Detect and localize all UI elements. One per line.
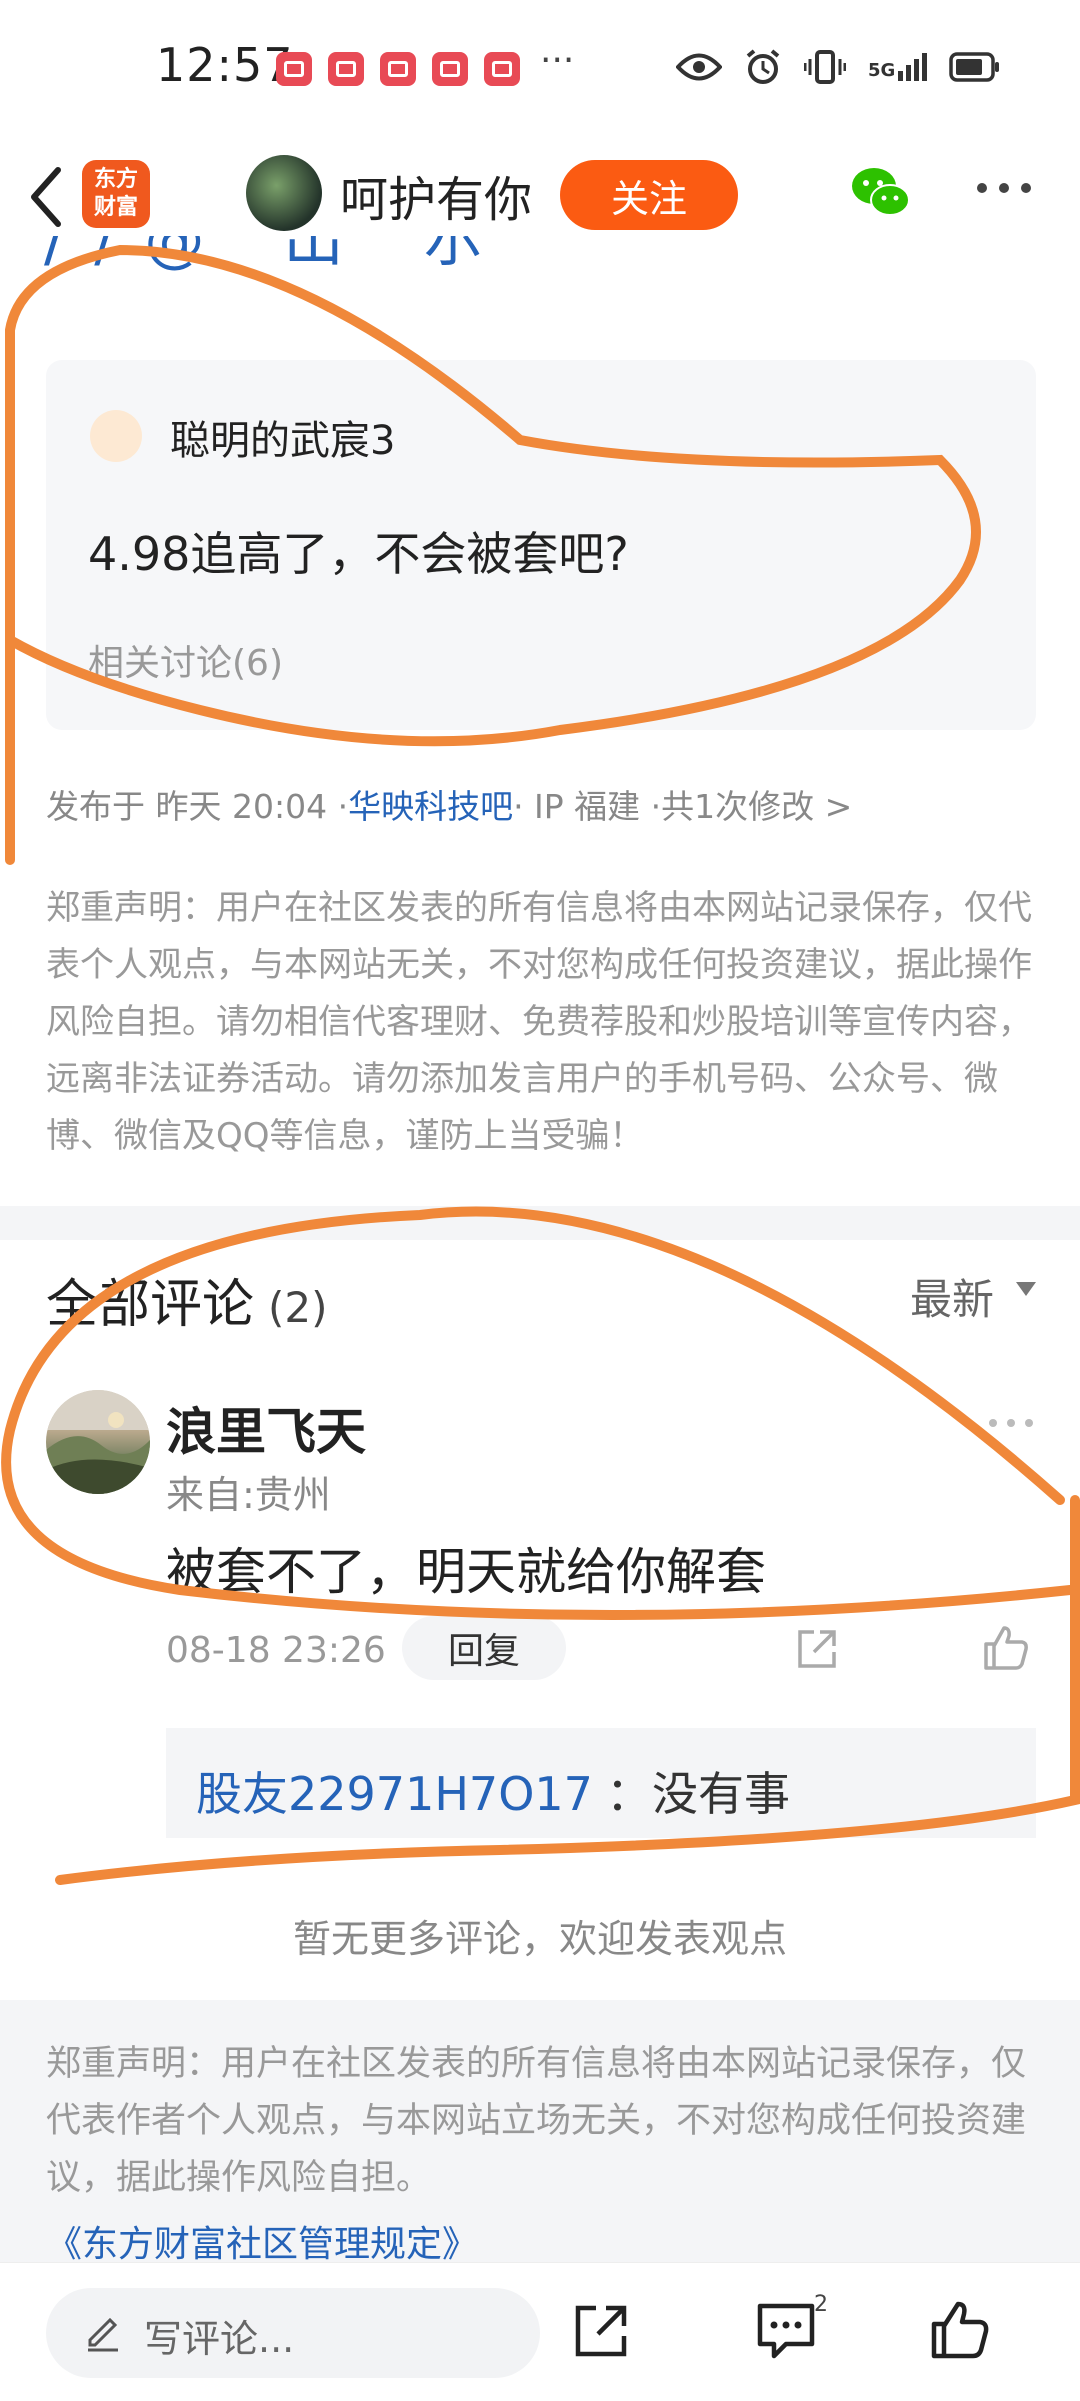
- status-more-indicator: ···: [540, 40, 575, 81]
- publish-time: 发布于 昨天 20:04 ·: [46, 787, 349, 826]
- network-type-label: 5G: [868, 60, 896, 81]
- comments-header: 全部评论 (2): [46, 1262, 328, 1337]
- author-name[interactable]: 呵护有你: [340, 160, 532, 230]
- status-right-icons: 5G: [676, 48, 1001, 86]
- thumbs-up-icon[interactable]: [982, 1624, 1030, 1672]
- pen-icon: [88, 2317, 118, 2352]
- book-app-icon: [276, 52, 312, 86]
- community-rules-link[interactable]: 《东方财富社区管理规定》: [46, 2215, 478, 2267]
- thumbs-up-icon[interactable]: [930, 2300, 990, 2360]
- disclaimer-top: 郑重声明：用户在社区发表的所有信息将由本网站记录保存，仅代表个人观点，与本网站无…: [46, 888, 1032, 1156]
- wechat-share-icon[interactable]: [848, 164, 912, 222]
- vibrate-icon: [804, 50, 846, 84]
- sort-dropdown[interactable]: 最新: [910, 1266, 994, 1327]
- quoted-post-text: 4.98追高了，不会被套吧?: [88, 527, 629, 581]
- author-avatar[interactable]: [246, 155, 322, 231]
- eastmoney-logo[interactable]: 东方 财富: [82, 160, 150, 228]
- share-icon[interactable]: [572, 2302, 630, 2360]
- caret-down-icon[interactable]: [1016, 1282, 1036, 1296]
- battery-icon: [949, 52, 1000, 82]
- status-time: 12:57: [156, 38, 294, 92]
- comment-count-badge: 2: [814, 2292, 828, 2317]
- edit-history-link[interactable]: 共1次修改 >: [661, 780, 852, 828]
- alarm-icon: [746, 49, 780, 84]
- comment-text: 被套不了，明天就给你解套: [166, 1543, 766, 1601]
- reply-text: ：没有事: [606, 1767, 790, 1821]
- back-arrow-icon[interactable]: [22, 162, 72, 232]
- comments-count: (2): [268, 1283, 328, 1332]
- quoted-author-avatar: [90, 410, 142, 462]
- eye-icon: [676, 53, 722, 81]
- comment-placeholder[interactable]: 写评论...: [144, 2308, 294, 2363]
- book-app-icon: [484, 52, 520, 86]
- section-divider: [0, 1206, 1080, 1240]
- comment-more-icon[interactable]: [986, 1416, 1036, 1430]
- reply-button[interactable]: 回复: [402, 1616, 566, 1680]
- commenter-avatar[interactable]: [46, 1390, 150, 1494]
- commenter-name[interactable]: 浪里飞天: [166, 1392, 366, 1464]
- commenter-location: 来自:贵州: [166, 1473, 331, 1517]
- book-app-icon: [380, 52, 416, 86]
- book-app-icon: [328, 52, 364, 86]
- reply-author[interactable]: 股友22971H7O17: [196, 1758, 593, 1824]
- notification-icons: [276, 52, 520, 86]
- disclaimer-bottom: 郑重声明：用户在社区发表的所有信息将由本网站记录保存，仅代表作者个人观点，与本网…: [46, 2044, 1027, 2198]
- post-meta: 发布于 昨天 20:04 · 华映科技吧 · IP 福建 · 共1次修改 >: [46, 780, 852, 828]
- stock-bar-link[interactable]: 华映科技吧: [348, 780, 513, 828]
- partial-post-text: //@ 出 尔: [44, 236, 513, 275]
- book-app-icon: [432, 52, 468, 86]
- comments-title: 全部评论: [46, 1275, 255, 1335]
- quoted-author-name[interactable]: 聪明的武宸3: [170, 408, 395, 466]
- signal-icon: 5G: [868, 53, 928, 81]
- ip-location: · IP 福建 ·: [513, 787, 662, 826]
- no-more-comments-text: 暂无更多评论，欢迎发表观点: [292, 1917, 787, 1961]
- share-icon[interactable]: [794, 1626, 840, 1672]
- related-discussion-link[interactable]: 相关讨论(6): [88, 634, 283, 686]
- comment-time: 08-18 23:26: [166, 1630, 386, 1671]
- more-options-icon[interactable]: [976, 178, 1032, 198]
- comment-icon[interactable]: [756, 2302, 816, 2360]
- follow-button[interactable]: 关注: [560, 160, 738, 230]
